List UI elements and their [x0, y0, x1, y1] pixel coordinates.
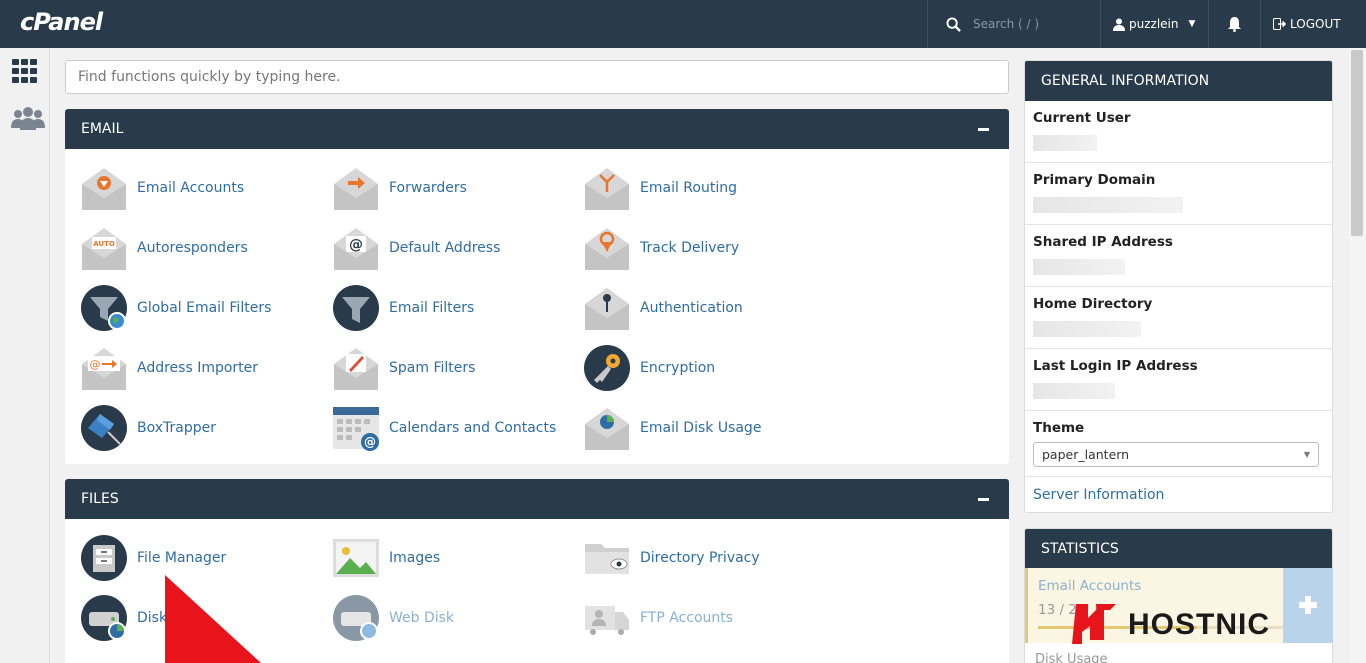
- tool-web-disk[interactable]: Web Disk: [332, 593, 454, 643]
- notifications-button[interactable]: [1208, 0, 1260, 48]
- tool-disk-usage[interactable]: Disk: [80, 593, 167, 643]
- email-disk-usage-icon: [585, 408, 629, 450]
- tool-email-routing[interactable]: Email Routing: [583, 163, 737, 213]
- top-search-label: Search ( / ): [973, 17, 1040, 31]
- tool-email-disk-usage[interactable]: Email Disk Usage: [583, 403, 761, 453]
- tool-ftp-accounts[interactable]: FTP Accounts: [583, 593, 733, 643]
- email-group: EMAIL Email Accounts Forwarders Email Ro…: [65, 109, 1009, 464]
- tool-calendars-contacts[interactable]: @ Calendars and Contacts: [332, 403, 556, 453]
- redacted-value: [1033, 135, 1097, 151]
- tool-directory-privacy[interactable]: Directory Privacy: [583, 533, 760, 583]
- tool-forwarders[interactable]: Forwarders: [332, 163, 467, 213]
- cpanel-logo[interactable]: cPanel: [20, 8, 103, 36]
- top-search[interactable]: Search ( / ): [927, 0, 1099, 48]
- tool-encryption[interactable]: Encryption: [583, 343, 715, 393]
- tool-default-address[interactable]: @ Default Address: [332, 223, 500, 273]
- svg-text:@: @: [364, 435, 376, 449]
- user-icon: [1113, 18, 1125, 31]
- group-title: EMAIL: [81, 121, 124, 137]
- web-disk-icon: [333, 595, 379, 641]
- spam-filters-icon: [334, 348, 378, 390]
- theme-select[interactable]: paper_lantern ▼: [1033, 442, 1319, 467]
- redacted-value: [1033, 259, 1125, 275]
- logout-label: LOGOUT: [1290, 17, 1341, 31]
- autoresponders-icon: AUTO: [82, 228, 126, 270]
- global-email-filters-icon: [81, 285, 127, 331]
- info-last-login-ip: Last Login IP Address: [1025, 349, 1332, 411]
- tool-boxtrapper[interactable]: BoxTrapper: [80, 403, 216, 453]
- logout-button[interactable]: LOGOUT: [1260, 0, 1366, 48]
- images-icon: [333, 539, 379, 577]
- info-shared-ip: Shared IP Address: [1025, 225, 1332, 287]
- file-manager-icon: [81, 535, 127, 581]
- collapse-icon[interactable]: [978, 498, 989, 501]
- watermark-text: HOSTNIC: [1128, 608, 1270, 641]
- directory-privacy-icon: [585, 544, 629, 574]
- tool-global-email-filters[interactable]: Global Email Filters: [80, 283, 271, 333]
- tool-track-delivery[interactable]: Track Delivery: [583, 223, 739, 273]
- info-current-user: Current User: [1025, 101, 1332, 163]
- hostnic-watermark-logo: HOSTNIC: [1070, 600, 1320, 648]
- calendars-contacts-icon: @: [333, 407, 379, 451]
- tool-authentication[interactable]: Authentication: [583, 283, 743, 333]
- bell-icon: [1228, 17, 1241, 32]
- server-information-link[interactable]: Server Information: [1025, 477, 1332, 512]
- info-primary-domain: Primary Domain: [1025, 163, 1332, 225]
- authentication-icon: [585, 288, 629, 330]
- track-delivery-icon: [585, 228, 629, 270]
- email-routing-icon: [585, 168, 629, 210]
- email-filters-icon: [333, 285, 379, 331]
- pointer-arrow: [165, 575, 261, 663]
- tool-autoresponders[interactable]: AUTO Autoresponders: [80, 223, 248, 273]
- files-group-header[interactable]: FILES: [65, 479, 1009, 519]
- panel-title: STATISTICS: [1025, 529, 1332, 569]
- tool-email-accounts[interactable]: Email Accounts: [80, 163, 244, 213]
- scrollbar-thumb[interactable]: [1351, 50, 1363, 236]
- stat-disk-usage-label: Disk Usage: [1035, 652, 1108, 663]
- ftp-accounts-icon: [585, 606, 629, 635]
- encryption-icon: [584, 345, 630, 391]
- home-grid-icon[interactable]: [10, 58, 44, 88]
- boxtrapper-icon: [81, 405, 127, 451]
- username: puzzlein: [1129, 17, 1179, 31]
- info-home-directory: Home Directory: [1025, 287, 1332, 349]
- select-arrow-icon: ▼: [1303, 450, 1310, 459]
- disk-usage-icon: [81, 595, 127, 641]
- redacted-value: [1033, 383, 1115, 399]
- collapse-icon[interactable]: [978, 128, 989, 131]
- function-search-input[interactable]: [65, 60, 1009, 94]
- info-theme: Theme paper_lantern ▼: [1025, 411, 1332, 477]
- users-icon[interactable]: [10, 106, 45, 136]
- svg-text:AUTO: AUTO: [93, 240, 115, 248]
- panel-title: GENERAL INFORMATION: [1025, 61, 1332, 101]
- user-menu[interactable]: puzzlein ▼: [1100, 0, 1208, 48]
- email-accounts-icon: [82, 168, 126, 210]
- left-rail: [0, 48, 50, 663]
- default-address-icon: @: [334, 228, 378, 270]
- redacted-value: [1033, 197, 1183, 213]
- top-navbar: cPanel Search ( / ) puzzlein ▼ LOGOUT: [0, 0, 1366, 48]
- forwarders-icon: [334, 168, 378, 210]
- tool-email-filters[interactable]: Email Filters: [332, 283, 474, 333]
- tool-images[interactable]: Images: [332, 533, 440, 583]
- logout-icon: [1273, 18, 1287, 30]
- tool-address-importer[interactable]: @ Address Importer: [80, 343, 258, 393]
- redacted-value: [1033, 321, 1141, 337]
- search-icon: [946, 16, 961, 32]
- svg-text:@: @: [90, 358, 101, 371]
- group-title: FILES: [81, 491, 119, 507]
- address-importer-icon: @: [82, 348, 126, 390]
- tool-spam-filters[interactable]: Spam Filters: [332, 343, 475, 393]
- general-information-panel: GENERAL INFORMATION Current User Primary…: [1024, 60, 1333, 513]
- caret-down-icon: ▼: [1188, 19, 1196, 29]
- svg-text:@: @: [349, 237, 363, 253]
- email-group-header[interactable]: EMAIL: [65, 109, 1009, 149]
